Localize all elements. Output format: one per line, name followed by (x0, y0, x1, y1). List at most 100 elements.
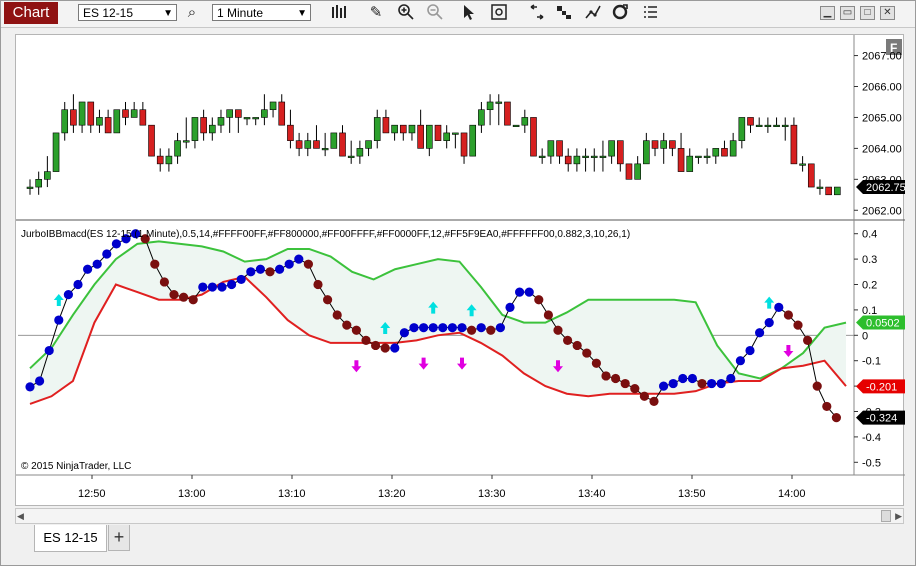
candle-body (790, 124, 798, 165)
macd-dot (207, 282, 217, 292)
candle-body (547, 140, 555, 157)
macd-dot (822, 401, 832, 412)
macd-dot (265, 267, 275, 277)
candle-body (816, 186, 824, 189)
scroll-thumb[interactable] (881, 510, 891, 522)
macd-dot (678, 373, 688, 384)
price-tick-label: 2064.00 (862, 143, 902, 155)
candle-body (799, 163, 806, 166)
candle-body (243, 117, 251, 120)
data-box-icon[interactable] (489, 3, 509, 23)
instrument-selector[interactable]: ES 12-15 ▼ (78, 4, 177, 21)
price-tick-label: 2066.00 (862, 82, 902, 94)
candle-body (226, 109, 233, 118)
candle-body (269, 101, 277, 111)
maximize-icon[interactable]: □ (860, 6, 875, 20)
properties-icon[interactable] (640, 3, 660, 23)
macd-dot (630, 384, 640, 394)
candle-body (582, 155, 589, 158)
macd-dot (313, 279, 323, 290)
candle-body (677, 148, 685, 172)
horizontal-scrollbar[interactable]: ◀ ▶ (15, 508, 904, 524)
candle-body (156, 155, 164, 165)
macd-dot (659, 381, 669, 391)
close-icon[interactable]: ✕ (880, 6, 895, 20)
interval-selector[interactable]: 1 Minute ▼ (212, 4, 311, 21)
macd-dot (198, 282, 208, 292)
drawing-tools-icon[interactable] (583, 3, 603, 23)
candle-body (530, 117, 537, 157)
price-tick-label: 2062.00 (862, 205, 902, 217)
sell-arrow-icon (351, 360, 362, 373)
macd-dot (255, 264, 265, 274)
candle-body (174, 140, 181, 157)
chart-area[interactable]: F JurboIBBmacd(ES 12-15 (1 Minute),0.5,1… (15, 34, 906, 507)
candle-body (573, 155, 581, 165)
candle-body (148, 124, 155, 157)
zoom-out-icon[interactable] (425, 3, 445, 23)
candle-body (313, 140, 320, 149)
macd-dot (188, 295, 198, 305)
macd-dot (428, 323, 438, 333)
candle-body (26, 186, 34, 189)
tab-es-12-15[interactable]: ES 12-15 (34, 525, 107, 552)
candle-body (417, 124, 424, 149)
pointer-icon[interactable] (458, 3, 478, 23)
macd-dot (764, 318, 774, 328)
candle-body (460, 132, 468, 157)
indicators-icon[interactable] (554, 3, 574, 23)
candle-body (834, 186, 841, 196)
indicator-tick-label: -0.5 (862, 457, 881, 469)
macd-dot (697, 378, 707, 389)
macd-dot (438, 323, 448, 333)
sell-arrow-icon (457, 357, 467, 370)
macd-dot (227, 279, 237, 290)
candle-body (712, 148, 720, 157)
macd-dot (303, 259, 313, 269)
strategies-icon[interactable] (527, 3, 547, 23)
candle-body (616, 140, 624, 165)
macd-dot (294, 254, 304, 264)
refresh-icon[interactable] (610, 3, 630, 23)
chart-title-tab[interactable]: Chart (4, 2, 58, 24)
candle-body (391, 124, 398, 134)
indicator-tick-label: 0 (862, 330, 868, 342)
macd-dot (54, 315, 64, 325)
candle-body (738, 117, 746, 141)
minimize-icon[interactable]: ▁ (820, 6, 835, 20)
candle-body (78, 101, 86, 126)
zoom-in-icon[interactable] (396, 3, 416, 23)
macd-dot (419, 323, 429, 333)
search-icon[interactable]: ⌕ (182, 3, 202, 23)
candle-body (625, 163, 633, 180)
macd-dot (831, 412, 842, 423)
macd-dot (783, 310, 794, 320)
chart-canvas[interactable]: F JurboIBBmacd(ES 12-15 (1 Minute),0.5,1… (16, 35, 906, 507)
time-tick-label: 13:50 (678, 488, 706, 500)
candle-body (61, 109, 69, 134)
macd-dot (102, 249, 112, 259)
macd-dot (92, 259, 102, 269)
candle-body (252, 117, 260, 120)
candle-body (729, 140, 737, 157)
price-tick-label: 2067.00 (862, 51, 902, 63)
macd-dot (639, 391, 650, 401)
macd-dot (745, 345, 755, 356)
bar-style-icon[interactable] (329, 3, 349, 23)
macd-dot (726, 373, 736, 384)
candle-body (495, 101, 503, 104)
candle-body (295, 140, 303, 149)
pencil-icon[interactable]: ✎ (366, 3, 386, 23)
restore-icon[interactable]: ▭ (840, 6, 855, 20)
macd-dot (687, 373, 698, 384)
macd-dot (543, 310, 554, 320)
candle-body (139, 109, 147, 126)
scroll-right-icon[interactable]: ▶ (895, 511, 902, 522)
candle-body (191, 117, 199, 141)
add-tab-button[interactable]: + (108, 525, 130, 551)
macd-dot (803, 335, 813, 345)
scroll-left-icon[interactable]: ◀ (17, 511, 24, 522)
chevron-down-icon: ▼ (297, 8, 307, 19)
instrument-tab-bar: ES 12-15 + (1, 524, 915, 565)
indicator-value-label: -0.324 (866, 413, 897, 425)
